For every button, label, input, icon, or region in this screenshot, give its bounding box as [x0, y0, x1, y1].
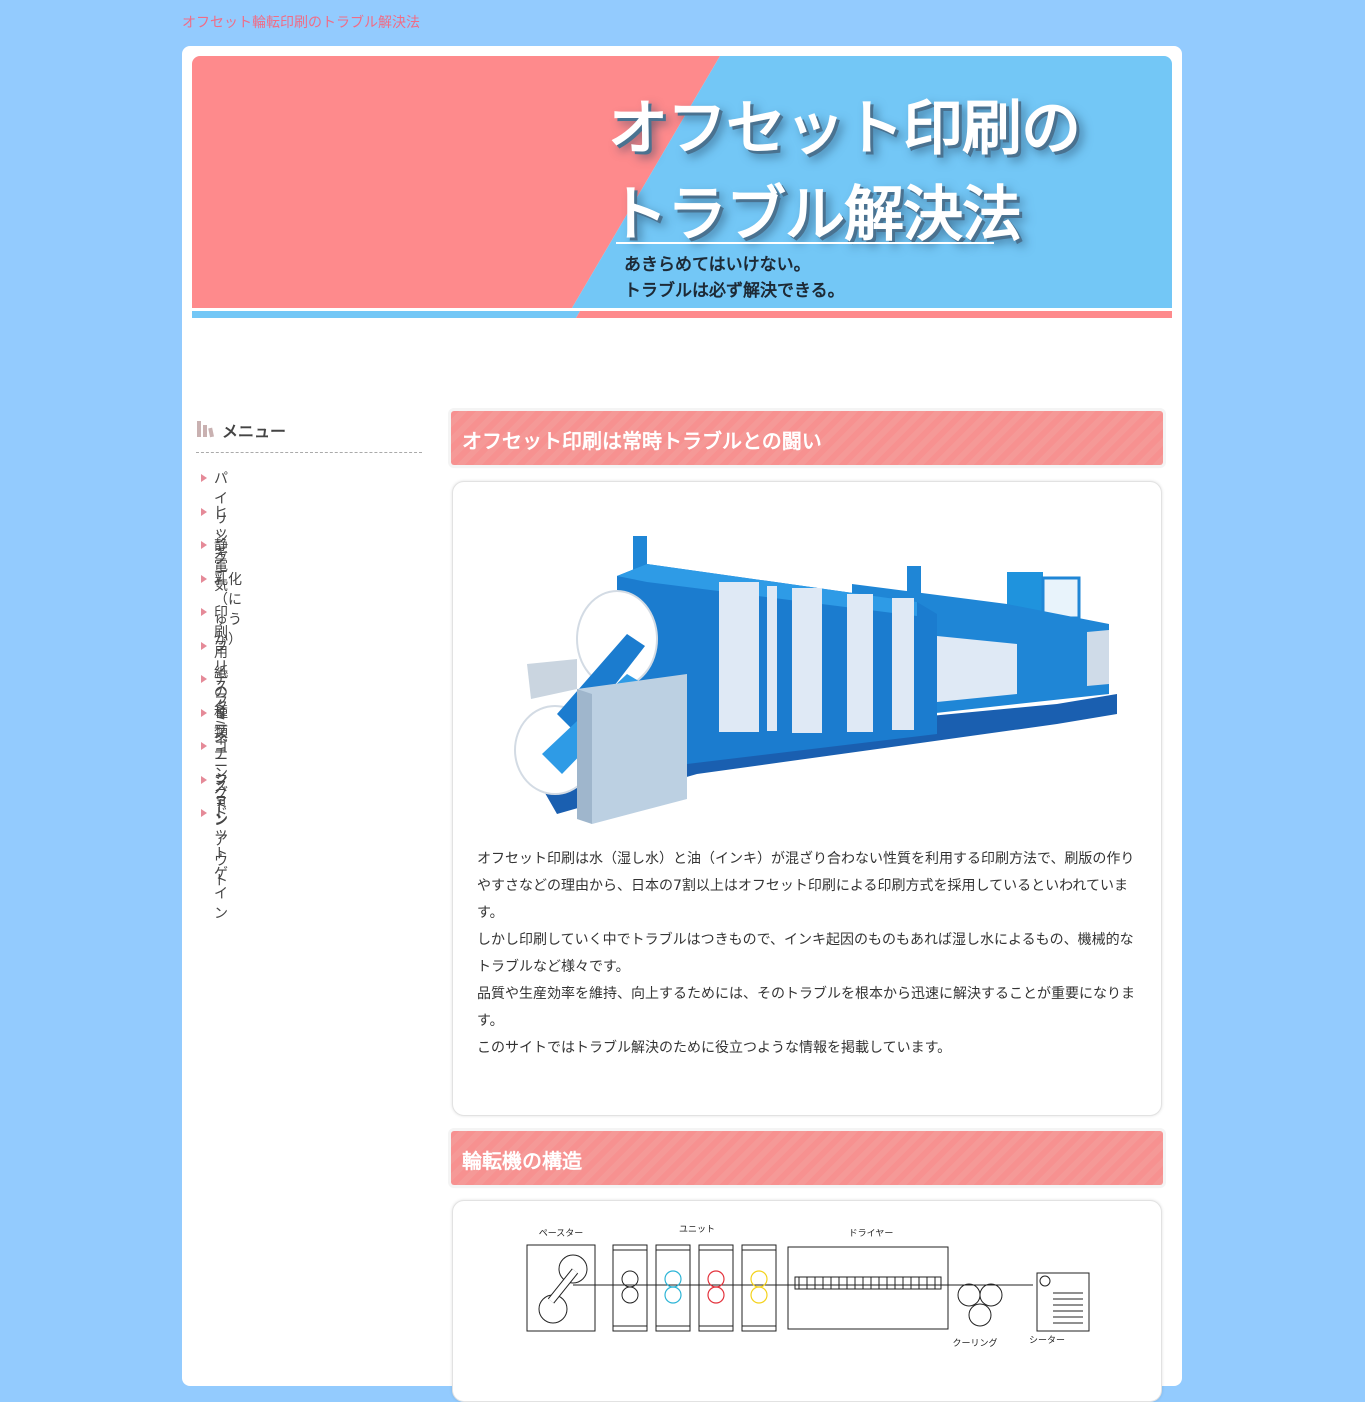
triangle-right-icon — [201, 641, 207, 650]
section-heading: オフセット印刷は常時トラブルとの闘い — [451, 411, 1163, 465]
triangle-right-icon — [201, 574, 207, 583]
triangle-right-icon — [201, 708, 207, 717]
triangle-right-icon — [201, 809, 207, 817]
offset-press-illustration — [514, 536, 1117, 824]
label-unit: ユニット — [679, 1225, 715, 1235]
intro-paragraph: 品質や生産効率を維持、向上するためには、そのトラブルを根本から迅速に解決すること… — [477, 986, 1135, 1029]
structure-card: ペースター ユニット ドライヤー クーリング シーター — [452, 1200, 1162, 1402]
banner-tagline: あきらめてはいけない。 トラブルは必ず解決できる。 — [624, 252, 845, 304]
banner-title: オフセット印刷の トラブル解決法 — [608, 86, 1081, 258]
banner-title-line2: トラブル解決法 — [608, 180, 1022, 250]
sidebar-item-label: ドットゲイン — [214, 806, 228, 922]
triangle-right-icon — [201, 541, 207, 549]
triangle-right-icon — [201, 507, 207, 516]
triangle-right-icon — [201, 775, 207, 784]
triangle-right-icon — [201, 742, 207, 750]
triangle-right-icon — [201, 675, 207, 683]
header-banner: オフセット印刷の トラブル解決法 あきらめてはいけない。 トラブルは必ず解決でき… — [192, 56, 1172, 320]
intro-paragraph: このサイトではトラブル解決のために役立つような情報を掲載しています。 — [477, 1040, 952, 1056]
banner-tagline-line2: トラブルは必ず解決できる。 — [624, 281, 845, 301]
banner-title-line1: オフセット印刷の — [608, 94, 1081, 164]
section-heading-text: オフセット印刷は常時トラブルとの闘い — [462, 429, 822, 453]
page-container: オフセット印刷の トラブル解決法 あきらめてはいけない。 トラブルは必ず解決でき… — [182, 46, 1182, 1402]
banner-divider — [616, 242, 994, 244]
label-dryer: ドライヤー — [849, 1228, 894, 1239]
intro-paragraph: オフセット印刷は水（湿し水）と油（インキ）が混ざり合わない性質を利用する印刷方法… — [477, 851, 1135, 921]
sidebar-header: メニュー — [196, 414, 422, 453]
triangle-right-icon — [201, 608, 207, 616]
sidebar-title: メニュー — [222, 422, 287, 441]
banner-tagline-line1: あきらめてはいけない。 — [624, 255, 811, 275]
sidebar: メニュー パイリング ヒッキー 静電気 乳化（にゅうか） 印刷用紙の種類 ブリス… — [196, 414, 422, 922]
section-heading-text: 輪転機の構造 — [462, 1149, 582, 1173]
books-icon — [197, 421, 214, 438]
label-paster: ペースター — [539, 1228, 584, 1239]
triangle-right-icon — [201, 474, 207, 482]
press-structure-diagram: ペースター ユニット ドライヤー クーリング シーター — [526, 1225, 1090, 1349]
label-cooling: クーリング — [952, 1337, 997, 1349]
label-sheeter: シーター — [1029, 1335, 1065, 1346]
intro-paragraph: しかし印刷していく中でトラブルはつきもので、インキ起因のものもあれば湿し水による… — [477, 932, 1134, 975]
section-heading: 輪転機の構造 — [451, 1131, 1163, 1185]
intro-text: オフセット印刷は水（湿し水）と油（インキ）が混ざり合わない性質を利用する印刷方法… — [477, 846, 1141, 1062]
intro-card: オフセット印刷は水（湿し水）と油（インキ）が混ざり合わない性質を利用する印刷方法… — [452, 481, 1162, 1116]
site-title-link[interactable]: オフセット輪転印刷のトラブル解決法 — [182, 12, 420, 32]
